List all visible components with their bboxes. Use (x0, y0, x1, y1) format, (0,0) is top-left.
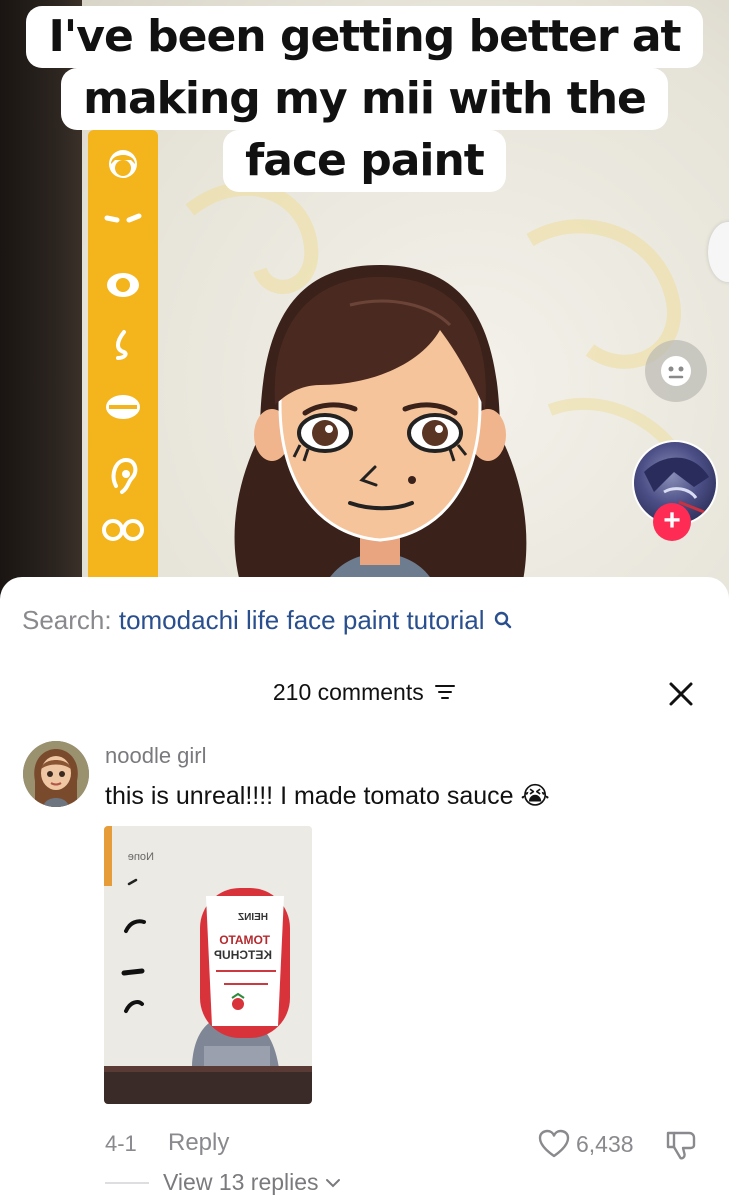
close-button[interactable] (664, 677, 698, 711)
ear-icon[interactable] (88, 456, 158, 496)
comments-sheet: Search: tomodachi life face paint tutori… (0, 577, 729, 1200)
view-replies-button[interactable]: View 13 replies (105, 1169, 341, 1196)
comments-count-header[interactable]: 210 comments (0, 679, 729, 707)
video-caption: I've been getting better at making my mi… (0, 0, 729, 192)
close-icon (669, 682, 693, 706)
caption-line-2: making my mii with the (61, 68, 668, 130)
image-label-none: None (128, 851, 154, 863)
search-icon (494, 605, 512, 636)
caption-line-1: I've been getting better at (26, 6, 703, 68)
replies-divider (105, 1181, 149, 1184)
plus-icon: + (663, 504, 681, 537)
face-effect-icon (661, 356, 691, 386)
eyebrow-icon[interactable] (88, 208, 158, 228)
caption-line-3: face paint (223, 130, 506, 192)
video-player[interactable]: I've been getting better at making my mi… (0, 0, 729, 640)
image-ketchup-line2: KETCHUP (214, 948, 272, 962)
comments-count: 210 comments (272, 679, 424, 705)
comment-text: this is unreal!!!! I made tomato sauce 😭 (105, 781, 550, 811)
eye-icon[interactable] (88, 270, 158, 300)
follow-button[interactable]: + (653, 503, 691, 541)
face-feature-toolbar (88, 130, 158, 640)
sort-icon[interactable] (434, 680, 456, 707)
effect-button[interactable] (645, 340, 707, 402)
crying-emoji-icon: 😭 (520, 782, 550, 810)
image-ketchup-line1: TOMATO (219, 933, 270, 947)
glasses-icon[interactable] (88, 518, 158, 542)
nose-icon[interactable] (88, 328, 158, 362)
image-ketchup-brand: HEINZ (238, 912, 268, 923)
view-replies-label: View 13 replies (163, 1169, 319, 1195)
search-query[interactable]: tomodachi life face paint tutorial (119, 605, 485, 635)
comment-username[interactable]: noodle girl (105, 743, 207, 769)
like-button[interactable]: 6,438 (538, 1127, 634, 1161)
comment-attached-image[interactable]: None HEINZ TOMATO KETCHUP (104, 826, 312, 1104)
heart-icon (538, 1129, 570, 1158)
like-count: 6,438 (576, 1130, 634, 1157)
comment-date: 4-1 (105, 1131, 137, 1156)
chevron-down-icon (325, 1178, 340, 1187)
reply-button[interactable]: Reply (168, 1129, 229, 1157)
mouth-icon[interactable] (88, 392, 158, 422)
search-label: Search: (22, 605, 112, 635)
search-suggestion[interactable]: Search: tomodachi life face paint tutori… (22, 605, 512, 636)
commenter-avatar[interactable] (23, 741, 89, 807)
dislike-button[interactable] (664, 1129, 698, 1166)
thumbs-down-icon (666, 1131, 696, 1160)
comment-body: this is unreal!!!! I made tomato sauce (105, 782, 514, 810)
